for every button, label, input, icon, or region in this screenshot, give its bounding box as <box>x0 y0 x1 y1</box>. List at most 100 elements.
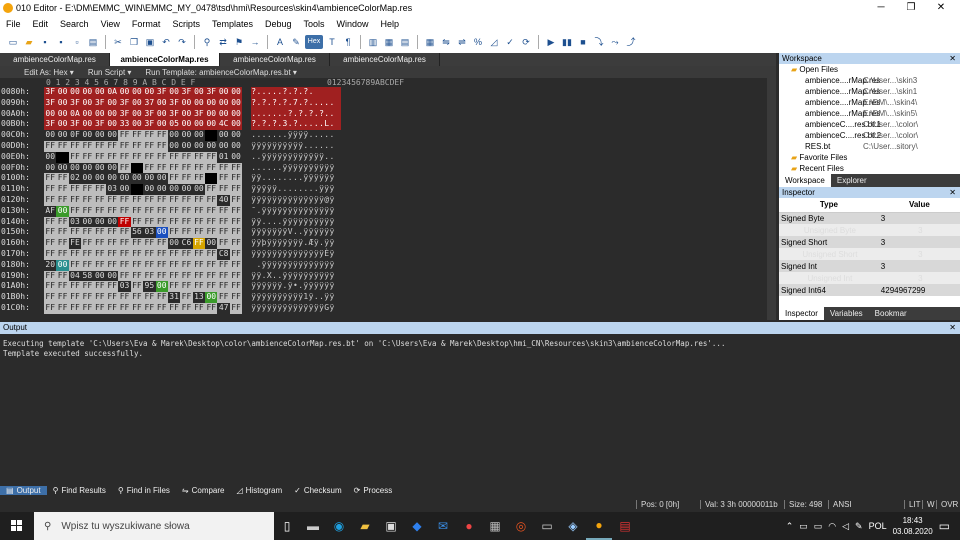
hex-byte[interactable]: 05 <box>167 119 181 131</box>
redo-icon[interactable]: ↷ <box>175 35 189 49</box>
open-file-item[interactable]: ambienceC....res.bt:2 C:\User...\color\ <box>779 130 960 141</box>
hex-byte[interactable]: FF <box>192 205 206 217</box>
hex-byte[interactable]: 00 <box>155 281 168 293</box>
font-icon[interactable]: A <box>273 35 287 49</box>
hex-byte[interactable]: 3F <box>180 87 193 98</box>
hex-byte[interactable]: 13 <box>193 292 205 303</box>
hex-byte[interactable]: FF <box>180 248 193 260</box>
hex-byte[interactable]: 00 <box>155 108 168 120</box>
hex-byte[interactable]: FF <box>205 281 218 293</box>
hex-byte[interactable]: FF <box>44 292 57 303</box>
hex-byte[interactable]: FF <box>180 205 193 217</box>
hex-byte[interactable]: 00 <box>155 227 168 239</box>
hex-byte[interactable]: FF <box>68 184 82 195</box>
hex-byte[interactable]: 00 <box>56 163 68 174</box>
hex-byte[interactable]: FF <box>143 216 156 228</box>
hex-byte[interactable]: 3F <box>205 87 218 98</box>
hex-byte[interactable]: FF <box>229 292 243 303</box>
hex-byte[interactable]: 00 <box>56 151 69 163</box>
hex-byte[interactable]: FF <box>118 270 131 282</box>
open-files-folder[interactable]: ▰ Open Files <box>779 64 960 75</box>
hex-byte[interactable]: FF <box>229 227 243 239</box>
hex-byte[interactable]: FF <box>155 205 168 217</box>
print-icon[interactable]: ▤ <box>86 35 100 49</box>
hex-byte[interactable]: FF <box>130 281 144 293</box>
hex-byte[interactable]: FF <box>118 238 131 249</box>
hex-byte[interactable]: FF <box>167 162 181 174</box>
wifi-icon[interactable]: ◠ <box>828 521 836 532</box>
hex-ascii[interactable]: .......ÿÿÿÿ..... <box>251 130 341 141</box>
hex-byte[interactable]: FF <box>118 259 131 271</box>
hex-byte[interactable]: FF <box>118 194 131 206</box>
hex-byte[interactable]: FF <box>68 292 82 303</box>
hex-row[interactable]: 00C0h: 00 00 0F 00 00 00 FF FF FF FF 00 00 00 00 00 00..… <box>0 130 776 141</box>
hex-byte[interactable]: 00 <box>143 173 155 184</box>
undo-icon[interactable]: ↶ <box>159 35 173 49</box>
ubuntu-icon[interactable]: ◎ <box>508 512 534 540</box>
hex-ascii[interactable]: ?.?.?.3.?.....L. <box>251 119 342 131</box>
hex-byte[interactable]: FF <box>167 216 181 228</box>
hex-byte[interactable]: 00 <box>168 238 180 249</box>
hex-byte[interactable]: 0A <box>105 87 119 98</box>
hex-byte[interactable]: FF <box>56 194 69 206</box>
hex-byte[interactable]: 00 <box>118 173 130 184</box>
hex-byte[interactable]: FF <box>192 281 206 293</box>
hex-byte[interactable]: FF <box>180 281 193 293</box>
hex-byte[interactable]: FF <box>81 238 94 249</box>
hex-byte[interactable]: FF <box>81 248 94 260</box>
hex-byte[interactable]: FF <box>44 140 57 152</box>
hex-byte[interactable]: 00 <box>130 184 144 195</box>
hex-byte[interactable]: FF <box>167 302 181 314</box>
hex-byte[interactable]: FF <box>130 302 144 314</box>
hex-byte[interactable]: FF <box>68 302 82 314</box>
hex-byte[interactable]: FF <box>68 151 82 163</box>
hex-byte[interactable]: FF <box>205 248 218 260</box>
hex-byte[interactable]: 00 <box>81 108 94 120</box>
hex-byte[interactable]: FF <box>105 227 119 239</box>
calculator-icon[interactable]: ▦ <box>482 512 508 540</box>
hex-byte[interactable]: FF <box>81 259 94 271</box>
hex-mode-icon[interactable]: Hex <box>305 35 323 49</box>
hex-byte[interactable]: FF <box>192 162 206 174</box>
hex-byte[interactable]: FF <box>155 292 168 303</box>
hex-byte[interactable]: FF <box>105 238 119 249</box>
hex-byte[interactable]: FF <box>81 292 94 303</box>
hex-byte[interactable]: 00 <box>217 87 230 98</box>
hex-ascii[interactable]: ÿÿÿÿÿÿÿV..ÿÿÿÿÿÿ <box>251 227 341 238</box>
hex-byte[interactable]: 00 <box>193 130 205 141</box>
hex-byte[interactable]: FF <box>229 270 243 282</box>
hex-row[interactable]: 00D0h: FF FF FF FF FF FF FF FF FF FF 00 00 00 00 00 00 ÿÿ… <box>0 140 776 152</box>
close-file-icon[interactable]: ▫ <box>70 35 84 49</box>
hex-byte[interactable]: 3F <box>44 119 57 131</box>
text-mode-icon[interactable]: T <box>325 35 339 49</box>
hex-byte[interactable]: 00 <box>44 152 56 163</box>
hex-byte[interactable]: FF <box>44 270 57 282</box>
hex-row[interactable]: 0140h: FF FF 03 00 00 00 FF FF FF FF FF FF FF FF FF FF ÿÿ… <box>0 216 776 228</box>
hex-byte[interactable]: 00 <box>131 173 143 184</box>
hex-byte[interactable]: FF <box>56 238 69 249</box>
hex-byte[interactable]: 0A <box>68 108 82 120</box>
hex-byte[interactable]: FF <box>130 205 144 217</box>
hex-byte[interactable]: FF <box>118 130 131 141</box>
tab-find-in-files[interactable]: ⚲ Find in Files <box>112 486 176 495</box>
hex-byte[interactable]: 56 <box>131 227 143 238</box>
hex-byte[interactable]: FF <box>105 194 119 206</box>
hex-byte[interactable]: 00 <box>93 87 106 98</box>
hex-row[interactable]: 0150h: FF FF FF FF FF FF FF 56 03 00 FF FF FF FF FF FF ÿÿ… <box>0 227 776 239</box>
hex-byte[interactable]: FF <box>81 302 94 314</box>
hex-byte[interactable]: 00 <box>118 184 130 195</box>
hex-byte[interactable]: 3F <box>118 97 131 109</box>
status-w[interactable]: W <box>922 500 935 509</box>
hex-row[interactable]: 00E0h: 00 00 FF FF FF FF FF FF FF FF FF FF FF FF 01 00..… <box>0 151 776 163</box>
hex-byte[interactable]: 03 <box>69 217 81 228</box>
hex-byte[interactable]: FF <box>155 259 168 271</box>
hex-byte[interactable]: 00 <box>106 217 118 228</box>
hex-byte[interactable]: 00 <box>180 108 193 120</box>
hex-ascii[interactable]: ÿÿþÿÿÿÿÿÿÿ.Æÿ.ÿÿ <box>251 238 341 249</box>
hex-byte[interactable]: FF <box>180 162 193 174</box>
hex-byte[interactable]: 00 <box>56 87 69 98</box>
hex-byte[interactable]: FF <box>56 292 69 303</box>
hex-byte[interactable]: FF <box>155 238 168 249</box>
menu-help[interactable]: Help <box>375 19 406 29</box>
hex-byte[interactable]: FF <box>192 248 206 260</box>
